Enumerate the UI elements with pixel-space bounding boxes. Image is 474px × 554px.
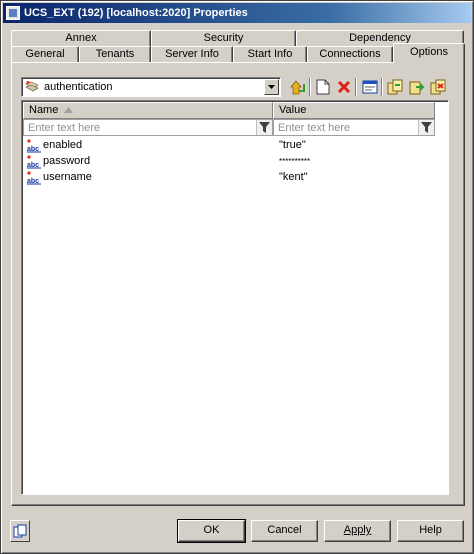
cut-button[interactable] xyxy=(428,77,448,97)
tab-annex[interactable]: Annex xyxy=(11,30,151,47)
copy-icon xyxy=(387,79,403,95)
window-title: UCS_EXT (192) [localhost:2020] Propertie… xyxy=(24,7,248,19)
name-column-label: Name xyxy=(29,104,59,116)
tab-security-label: Security xyxy=(203,32,244,44)
tab-start-info[interactable]: Start Info xyxy=(233,46,307,63)
table-row[interactable]: abc enabled "true" xyxy=(24,138,444,154)
table-row[interactable]: abc password ********** xyxy=(24,154,444,170)
property-name: username xyxy=(43,171,92,183)
value-filter-input[interactable] xyxy=(274,120,434,135)
table-row[interactable]: abc username "kent" xyxy=(24,170,444,186)
sort-ascending-icon xyxy=(64,107,73,113)
tab-annex-label: Annex xyxy=(65,32,97,44)
name-filter-input[interactable] xyxy=(24,120,272,135)
property-value: "true" xyxy=(279,139,306,151)
paste-icon xyxy=(409,81,425,95)
copy-window-button[interactable] xyxy=(10,520,30,542)
toolbar-separator xyxy=(381,78,383,96)
filter-icon[interactable] xyxy=(418,120,434,135)
name-column-header[interactable]: Name xyxy=(23,102,273,119)
apply-button-label: Apply xyxy=(343,524,372,536)
ok-button-label: OK xyxy=(203,524,220,536)
string-property-icon: abc xyxy=(27,155,41,169)
properties-button[interactable] xyxy=(360,77,380,97)
string-property-icon: abc xyxy=(27,139,41,153)
value-column-header[interactable]: Value xyxy=(273,102,435,119)
property-name: password xyxy=(43,155,91,167)
move-up-button[interactable] xyxy=(288,77,308,97)
help-button[interactable]: Help xyxy=(397,520,464,542)
tab-options[interactable]: Options xyxy=(393,43,465,63)
delete-x-icon xyxy=(337,80,351,94)
section-dropdown-value: authentication xyxy=(44,81,113,93)
properties-window: UCS_EXT (192) [localhost:2020] Propertie… xyxy=(0,0,474,554)
help-button-label: Help xyxy=(419,524,442,536)
tab-tenants[interactable]: Tenants xyxy=(79,46,151,63)
cut-icon xyxy=(430,79,446,95)
title-bar[interactable]: UCS_EXT (192) [localhost:2020] Propertie… xyxy=(3,3,471,23)
cancel-button[interactable]: Cancel xyxy=(251,520,318,542)
tab-server-info-label: Server Info xyxy=(165,48,219,60)
move-up-icon xyxy=(290,80,305,95)
new-button[interactable] xyxy=(313,77,333,97)
window-properties-icon xyxy=(362,80,378,94)
tab-connections[interactable]: Connections xyxy=(307,46,393,63)
ok-button[interactable]: OK xyxy=(177,519,246,543)
apply-button[interactable]: Apply xyxy=(324,520,391,542)
copy-button[interactable] xyxy=(385,77,405,97)
options-panel: authentication Name Value Enter text her… xyxy=(11,62,465,506)
paste-button[interactable] xyxy=(407,77,427,97)
property-value: ********** xyxy=(279,157,311,166)
toolbar-separator xyxy=(355,78,357,96)
section-dropdown[interactable]: authentication xyxy=(21,77,281,97)
tab-general[interactable]: General xyxy=(11,46,79,63)
string-property-icon: abc xyxy=(27,171,41,185)
name-filter xyxy=(23,119,273,136)
value-column-label: Value xyxy=(279,104,307,116)
new-document-icon xyxy=(316,79,330,95)
tab-options-label: Options xyxy=(410,46,448,58)
app-icon xyxy=(6,6,20,20)
folder-section-icon xyxy=(25,81,39,92)
copy-window-icon xyxy=(13,524,27,538)
tab-start-info-label: Start Info xyxy=(247,48,293,60)
filter-icon[interactable] xyxy=(256,120,272,135)
delete-button[interactable] xyxy=(334,77,354,97)
property-name: enabled xyxy=(43,139,83,151)
cancel-button-label: Cancel xyxy=(267,524,302,536)
chevron-down-icon xyxy=(268,85,275,89)
property-value: "kent" xyxy=(279,171,308,183)
options-grid: Name Value abc xyxy=(21,100,449,495)
tab-general-label: General xyxy=(25,48,65,60)
tab-server-info[interactable]: Server Info xyxy=(151,46,233,63)
tab-tenants-label: Tenants xyxy=(95,48,135,60)
value-filter xyxy=(273,119,435,136)
tab-connections-label: Connections xyxy=(319,48,381,60)
toolbar-separator xyxy=(309,78,311,96)
tab-security[interactable]: Security xyxy=(151,30,296,47)
dropdown-arrow-button[interactable] xyxy=(264,79,279,95)
